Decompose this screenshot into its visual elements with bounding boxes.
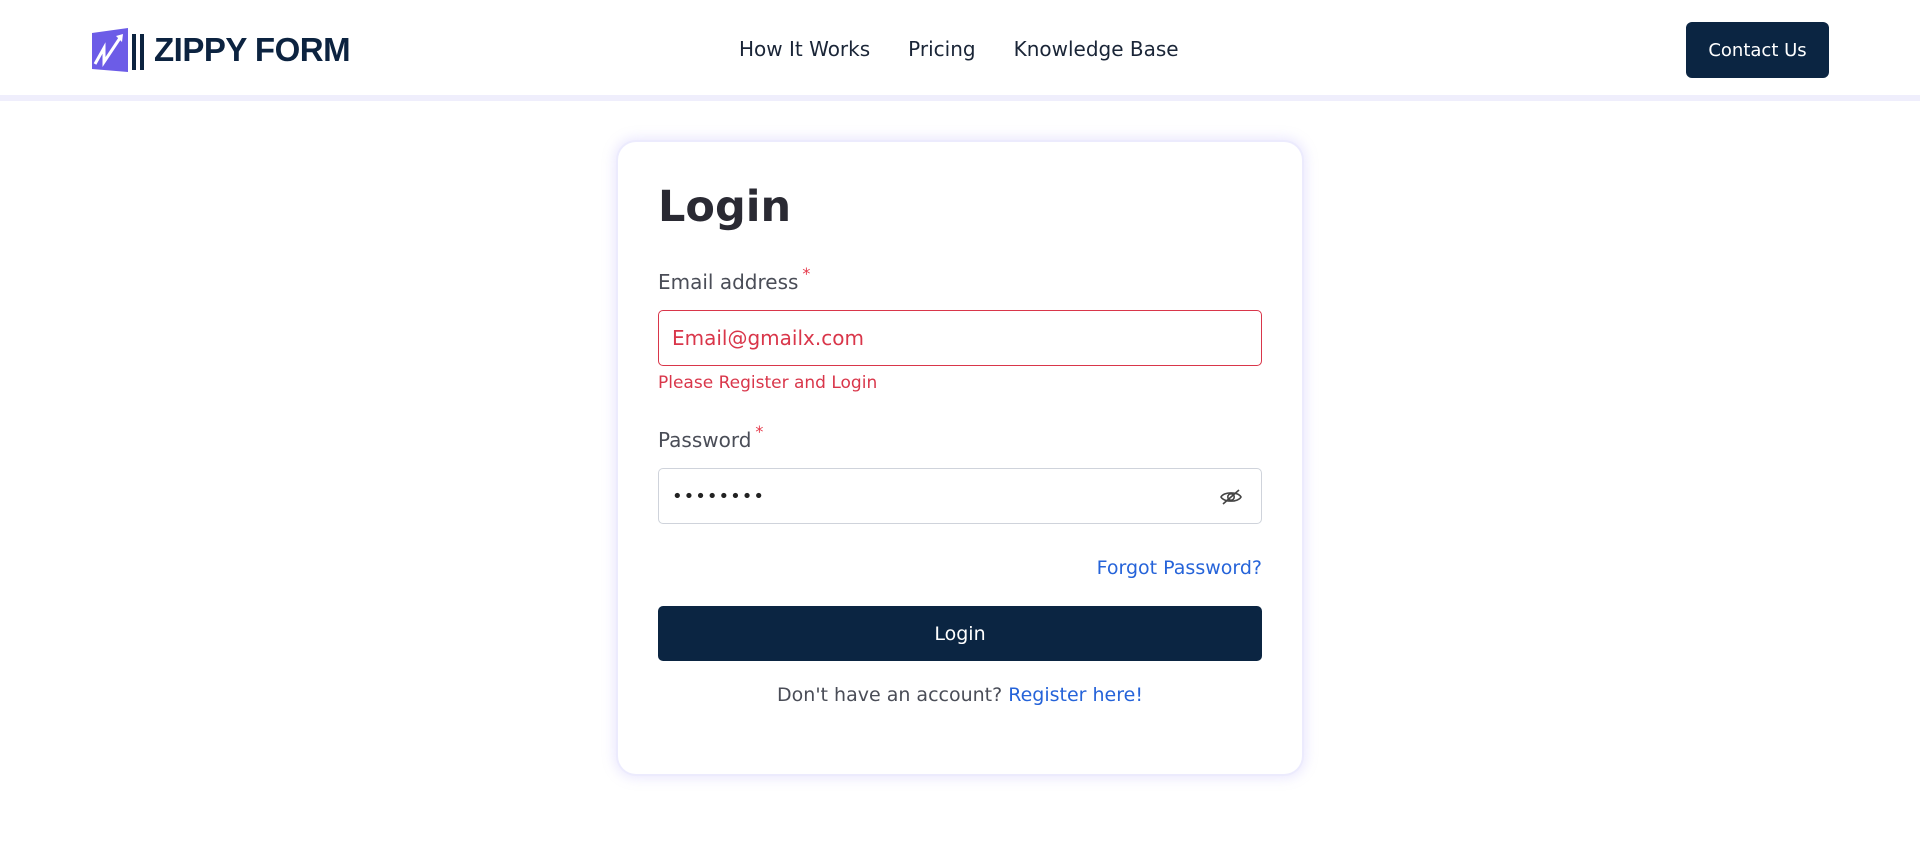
required-marker: * [802,264,811,283]
eye-slash-icon[interactable] [1219,485,1243,509]
required-marker: * [755,422,764,441]
login-button[interactable]: Login [658,606,1262,661]
logo-text: ZIPPY FORM [154,31,351,68]
main-nav: How It Works Pricing Knowledge Base [739,37,1179,61]
email-label: Email address * [658,264,810,294]
email-field[interactable] [658,310,1262,366]
nav-pricing[interactable]: Pricing [908,37,975,61]
email-input[interactable] [672,326,1232,350]
email-label-text: Email address [658,270,799,294]
nav-knowledge-base[interactable]: Knowledge Base [1014,37,1179,61]
register-prompt-text: Don't have an account? [777,684,1003,706]
nav-how-it-works[interactable]: How It Works [739,37,870,61]
email-error-message: Please Register and Login [658,373,878,393]
logo[interactable]: ZIPPY FORM [90,26,351,74]
password-field[interactable] [658,468,1262,524]
password-label: Password * [658,422,763,452]
password-label-text: Password [658,428,752,452]
forgot-password-link[interactable]: Forgot Password? [1097,557,1262,579]
zippy-form-logo-icon [92,28,144,72]
login-card: Login Email address* Please Register and… [618,142,1302,774]
password-input[interactable] [672,485,1192,507]
contact-us-button[interactable]: Contact Us [1686,22,1829,78]
site-header: ZIPPY FORM How It Works Pricing Knowledg… [0,0,1920,101]
register-prompt: Don't have an account? Register here! [618,684,1302,706]
page-title: Login [658,182,792,232]
register-link[interactable]: Register here! [1008,684,1143,706]
